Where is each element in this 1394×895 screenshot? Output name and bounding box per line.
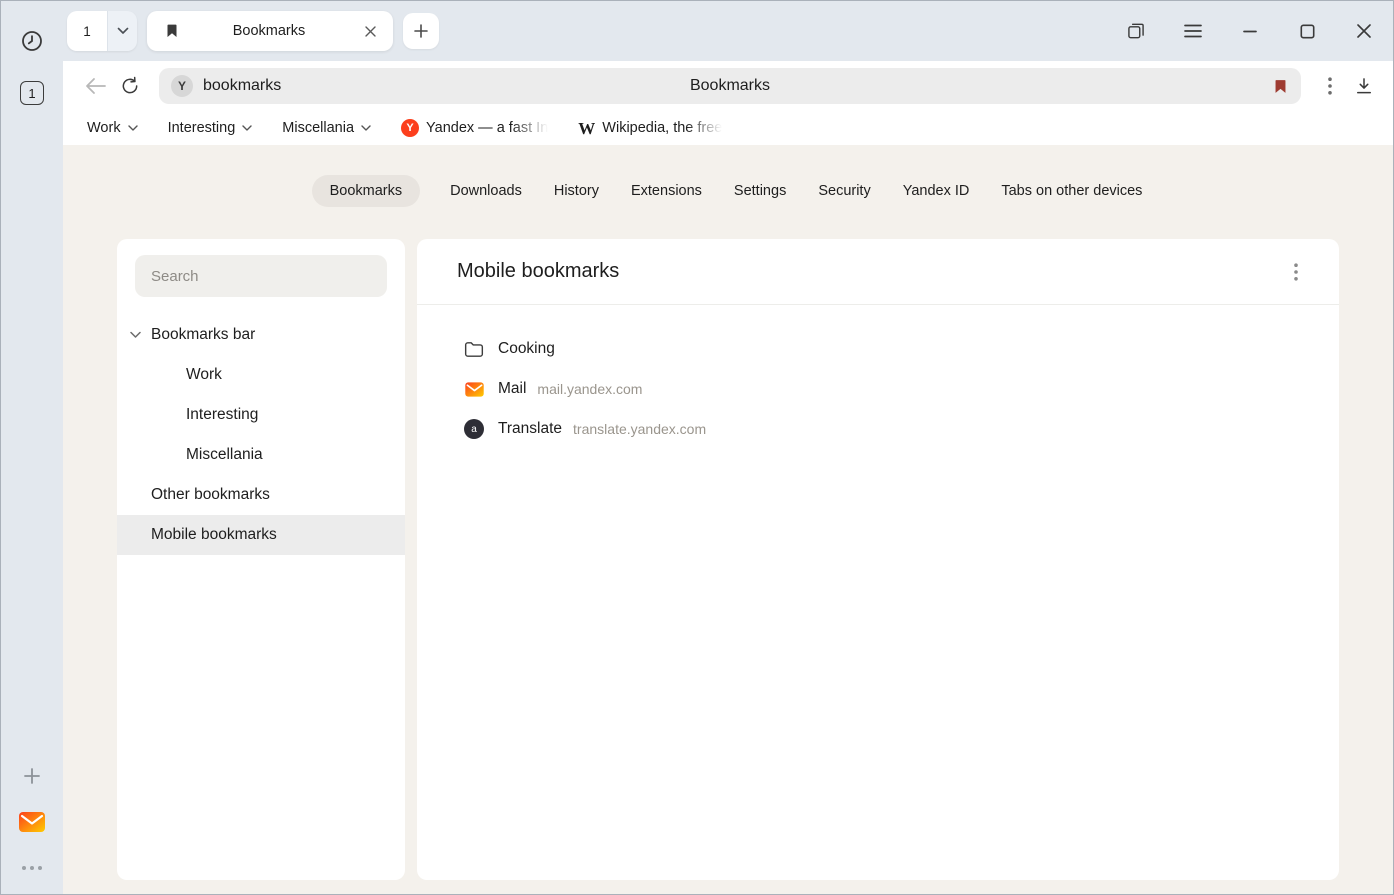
bookmark-url: mail.yandex.com — [537, 381, 642, 397]
tab-settings[interactable]: Settings — [732, 175, 788, 207]
bookmark-name: Cooking — [498, 340, 555, 358]
tree-item-label: Mobile bookmarks — [151, 526, 277, 544]
folder-tree: Bookmarks bar Work Interesting Miscellan… — [117, 315, 405, 555]
folder-icon — [463, 341, 485, 358]
list-kebab-icon[interactable] — [1281, 257, 1311, 287]
chevron-down-icon — [361, 125, 371, 131]
tree-item-interesting[interactable]: Interesting — [117, 395, 405, 435]
tree-item-label: Miscellania — [186, 446, 263, 464]
tree-item-label: Other bookmarks — [151, 486, 270, 504]
bookmark-name: Translate — [498, 420, 562, 438]
tab-title: Bookmarks — [181, 23, 357, 39]
new-tab-button[interactable] — [403, 13, 439, 49]
more-dots-icon[interactable] — [18, 854, 46, 882]
list-header: Mobile bookmarks — [417, 239, 1339, 305]
bookmark-url: translate.yandex.com — [573, 421, 706, 437]
tree-item-miscellania[interactable]: Miscellania — [117, 435, 405, 475]
bookmark-favicon-icon — [163, 22, 181, 40]
tab-yandex-id[interactable]: Yandex ID — [901, 175, 972, 207]
add-widget-icon[interactable] — [18, 762, 46, 790]
tab-close-icon[interactable] — [357, 18, 383, 44]
tab-bookmarks[interactable]: Bookmarks — [312, 175, 421, 207]
history-clock-icon[interactable] — [18, 27, 46, 55]
manager-nav: Bookmarks Downloads History Extensions S… — [63, 175, 1393, 207]
toolbar-kebab-icon[interactable] — [1313, 69, 1347, 103]
side-panel-toggle-icon[interactable] — [1123, 18, 1149, 44]
tree-item-mobile-bookmarks[interactable]: Mobile bookmarks — [117, 515, 405, 555]
browser-tab-bookmarks[interactable]: Bookmarks — [147, 11, 393, 51]
address-url[interactable]: bookmarks — [203, 77, 281, 95]
main-column: 1 Bookmarks — [63, 1, 1393, 894]
page-title-center: Bookmarks — [159, 77, 1301, 95]
tab-strip: 1 Bookmarks — [63, 1, 1393, 61]
bookmarks-bar-link-yandex[interactable]: Y Yandex — a fast In — [401, 119, 548, 137]
minimize-button[interactable] — [1237, 18, 1263, 44]
close-button[interactable] — [1351, 18, 1377, 44]
bookmark-label: Wikipedia, the free — [602, 120, 722, 136]
bookmark-name: Mail — [498, 380, 526, 398]
translate-favicon-icon: a — [463, 419, 485, 439]
tab-other-devices[interactable]: Tabs on other devices — [999, 175, 1144, 207]
bookmarks-bar-folder-miscellania[interactable]: Miscellania — [282, 120, 371, 136]
tree-item-label: Interesting — [186, 406, 258, 424]
browser-toolbar: Y bookmarks Bookmarks — [63, 61, 1393, 111]
address-bar[interactable]: Y bookmarks Bookmarks — [159, 68, 1301, 104]
folder-label: Miscellania — [282, 120, 354, 136]
bookmarks-list-panel: Mobile bookmarks Cooking — [417, 239, 1339, 880]
back-button[interactable] — [79, 69, 113, 103]
chevron-down-icon[interactable] — [130, 332, 141, 339]
tab-count-badge[interactable]: 1 — [20, 81, 44, 105]
tree-item-other-bookmarks[interactable]: Other bookmarks — [117, 475, 405, 515]
folders-panel: Bookmarks bar Work Interesting Miscellan… — [117, 239, 405, 880]
chevron-down-icon[interactable] — [107, 11, 137, 51]
side-rail-bottom — [18, 762, 46, 882]
downloads-button[interactable] — [1347, 69, 1381, 103]
tab-group-button[interactable]: 1 — [67, 11, 137, 51]
side-rail-top: 1 — [18, 27, 46, 105]
tab-group-count: 1 — [67, 11, 107, 51]
tab-history[interactable]: History — [552, 175, 601, 207]
tree-item-label: Work — [186, 366, 222, 384]
tab-downloads[interactable]: Downloads — [448, 175, 524, 207]
yandex-favicon-icon: Y — [401, 119, 419, 137]
tree-item-bookmarks-bar[interactable]: Bookmarks bar — [117, 315, 405, 355]
list-item-cooking[interactable]: Cooking — [463, 329, 1339, 369]
reload-button[interactable] — [113, 69, 147, 103]
wikipedia-favicon-icon: W — [578, 120, 595, 137]
bookmarks-bar-folder-work[interactable]: Work — [87, 120, 138, 136]
tab-extensions[interactable]: Extensions — [629, 175, 704, 207]
bookmarks-bar-folder-interesting[interactable]: Interesting — [168, 120, 253, 136]
chevron-down-icon — [128, 125, 138, 131]
bookmark-flag-icon[interactable] — [1272, 77, 1289, 96]
list-title: Mobile bookmarks — [457, 260, 619, 283]
manager-body: Bookmarks bar Work Interesting Miscellan… — [117, 239, 1339, 880]
bookmarks-bar: Work Interesting Miscellania Y Yandex — … — [63, 111, 1393, 145]
folder-label: Work — [87, 120, 121, 136]
list-item-mail[interactable]: Mail mail.yandex.com — [463, 369, 1339, 409]
chevron-down-icon — [242, 125, 252, 131]
browser-window: 1 1 — [0, 0, 1394, 895]
menu-hamburger-icon[interactable] — [1180, 18, 1206, 44]
maximize-button[interactable] — [1294, 18, 1320, 44]
search-input[interactable] — [135, 255, 387, 297]
yandex-mail-icon[interactable] — [18, 808, 46, 836]
bookmarks-bar-link-wikipedia[interactable]: W Wikipedia, the free — [578, 120, 722, 137]
side-rail: 1 — [1, 1, 63, 894]
tree-item-label: Bookmarks bar — [151, 326, 255, 344]
mail-favicon-icon — [463, 381, 485, 398]
window-controls — [1123, 18, 1377, 44]
bookmarks-manager-page: Bookmarks Downloads History Extensions S… — [63, 145, 1393, 894]
bookmark-list: Cooking — [417, 305, 1339, 449]
folder-label: Interesting — [168, 120, 236, 136]
tab-security[interactable]: Security — [816, 175, 872, 207]
bookmark-label: Yandex — a fast In — [426, 120, 548, 136]
tree-item-work[interactable]: Work — [117, 355, 405, 395]
list-item-translate[interactable]: a Translate translate.yandex.com — [463, 409, 1339, 449]
